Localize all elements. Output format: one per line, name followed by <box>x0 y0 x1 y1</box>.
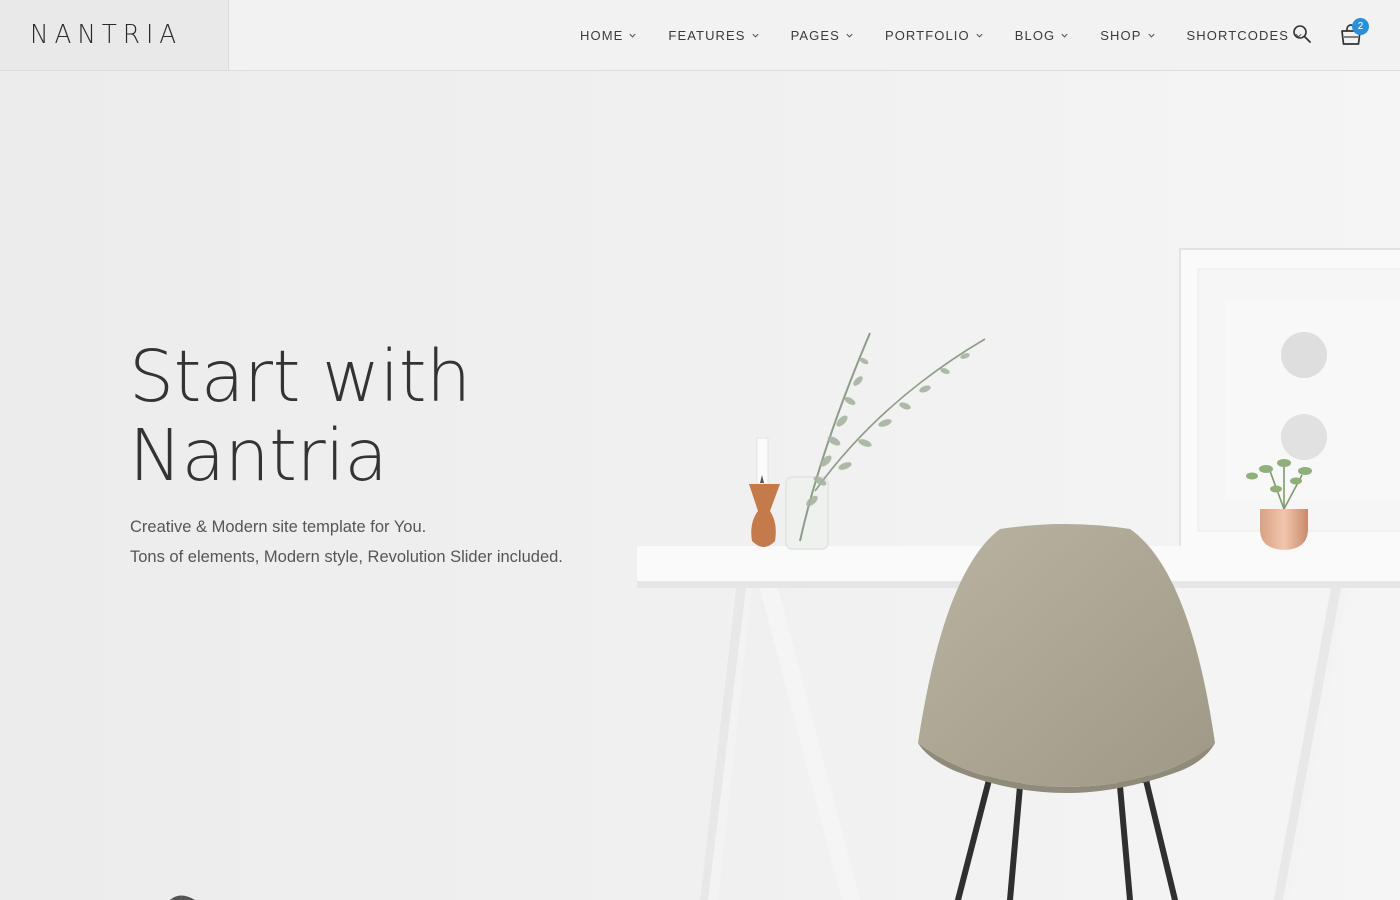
nav-item-label: SHORTCODES <box>1186 27 1290 43</box>
logo-container[interactable]: NANTRIA <box>0 0 229 70</box>
nav-item-label: HOME <box>580 27 624 43</box>
chevron-down-icon <box>752 33 759 38</box>
nav-item-label: BLOG <box>1014 27 1056 43</box>
hero-slider: Start with Nantria Creative & Modern sit… <box>0 71 1400 900</box>
chevron-down-icon <box>1147 33 1155 38</box>
hero-title: Start with Nantria <box>129 337 649 495</box>
nav-item-shortcodes[interactable]: SHORTCODES <box>1187 0 1304 70</box>
cart-count-badge: 2 <box>1352 18 1369 35</box>
nav-item-label: SHOP <box>1100 27 1142 43</box>
hero-title-line: Start with <box>129 335 471 418</box>
page: NANTRIA HOME FEATURES PAGES PORTFOLIO BL… <box>0 0 1400 900</box>
main-nav: HOME FEATURES PAGES PORTFOLIO BLOG SHOP <box>580 0 1334 70</box>
hero-subtitle-line: Creative & Modern site template for You. <box>130 518 427 536</box>
site-logo[interactable]: NANTRIA <box>30 21 182 49</box>
nav-item-pages[interactable]: PAGES <box>791 0 854 70</box>
chevron-down-icon <box>1061 33 1068 38</box>
nav-item-label: PORTFOLIO <box>884 27 970 43</box>
nav-item-label: FEATURES <box>668 27 746 43</box>
nav-item-features[interactable]: FEATURES <box>668 0 759 70</box>
picture-frame <box>1179 248 1400 550</box>
nav-item-label: PAGES <box>790 27 840 43</box>
hero-subtitle: Creative & Modern site template for You.… <box>130 512 730 572</box>
chevron-down-icon <box>846 33 853 38</box>
chevron-down-icon <box>629 33 636 38</box>
nav-item-blog[interactable]: BLOG <box>1015 0 1070 70</box>
hero-title-line: Nantria <box>129 414 388 497</box>
hero-subtitle-line: Tons of elements, Modern style, Revoluti… <box>130 548 563 566</box>
nav-item-home[interactable]: HOME <box>580 0 637 70</box>
chevron-down-icon <box>976 33 983 38</box>
nav-item-shop[interactable]: SHOP <box>1100 0 1155 70</box>
search-icon[interactable] <box>1292 24 1312 44</box>
nav-item-portfolio[interactable]: PORTFOLIO <box>885 0 984 70</box>
site-header: NANTRIA HOME FEATURES PAGES PORTFOLIO BL… <box>0 0 1400 71</box>
